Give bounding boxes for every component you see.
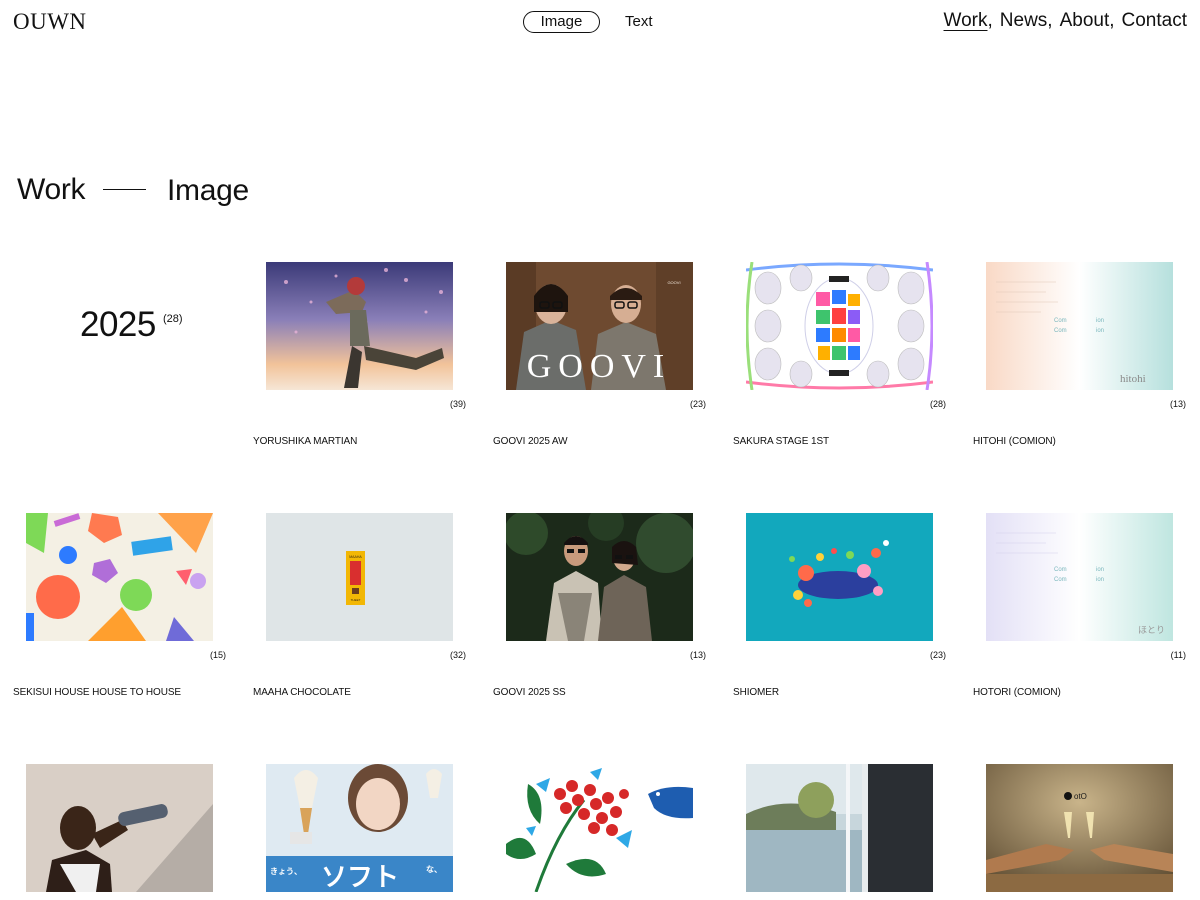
work-thumbnail[interactable] [26, 764, 213, 892]
work-thumbnail[interactable]: GOOVI GOOVI [506, 262, 693, 390]
page-title: Work [17, 173, 86, 206]
ion-text: ion [1096, 318, 1104, 324]
work-thumbnail[interactable] [746, 513, 933, 641]
gradient-stationery-icon: Com ion Com ion ほとり [986, 513, 1173, 641]
year-label: 2025 [80, 305, 156, 344]
nav-news[interactable]: News [1000, 10, 1048, 32]
toggle-image-button[interactable]: Image [523, 11, 600, 33]
gradient-stationery-icon: Com ion Com ion hitohi [986, 262, 1173, 390]
soft-serve-ad-icon: ソフト きょう、 な、 [266, 764, 453, 892]
athlete-drinking-photo-icon [26, 764, 213, 892]
window-lake-photo-icon [746, 764, 933, 892]
nav-separator: , [1047, 10, 1053, 31]
image-count: (15) [209, 650, 226, 660]
work-title[interactable]: HITOHI (COMION) [973, 436, 1056, 447]
chocolate-package-icon: MAAHA THEET [266, 513, 453, 641]
view-mode-label: Image [167, 174, 249, 207]
image-count: (13) [1169, 399, 1186, 409]
soft-left-text: きょう、 [270, 867, 302, 876]
oto-logo-text: otO [1074, 792, 1087, 801]
image-count: (11) [1170, 650, 1186, 660]
work-thumbnail[interactable] [266, 262, 453, 390]
work-thumbnail[interactable] [746, 764, 933, 892]
com-text: Com [1054, 328, 1067, 334]
image-count: (23) [929, 650, 946, 660]
soft-main-text: ソフト [321, 863, 399, 892]
eyewear-portrait-photo-icon: GOOVI GOOVI [506, 262, 693, 390]
com-text: Com [1054, 567, 1067, 573]
nav-separator: , [1109, 10, 1115, 31]
work-title[interactable]: HOTORI (COMION) [973, 687, 1061, 698]
champagne-toast-photo-icon: otO [986, 764, 1173, 892]
couple-outdoor-photo-icon [506, 513, 693, 641]
work-thumbnail[interactable] [26, 513, 213, 641]
work-thumbnail[interactable]: MAAHA THEET [266, 513, 453, 641]
work-title[interactable]: GOOVI 2025 AW [493, 436, 568, 447]
goovi-logo-text: GOOVI [527, 348, 672, 385]
nav-about[interactable]: About [1060, 10, 1110, 32]
work-thumbnail[interactable]: ソフト きょう、 な、 [266, 764, 453, 892]
nav-separator: , [987, 10, 993, 31]
anime-illustration-icon [266, 262, 453, 390]
work-thumbnail[interactable]: otO [986, 764, 1173, 892]
ion-text: ion [1096, 328, 1104, 334]
com-text: Com [1054, 577, 1067, 583]
work-thumbnail[interactable]: Com ion Com ion ほとり [986, 513, 1173, 641]
work-title[interactable]: SHIOMER [733, 687, 779, 698]
maaha-brand-text: MAAHA [349, 555, 362, 559]
work-thumbnail[interactable] [746, 262, 933, 390]
main-nav: Work, News, About, Contact [944, 10, 1187, 32]
ion-text: ion [1096, 567, 1104, 573]
hotori-logo-text: ほとり [1138, 625, 1165, 636]
image-count: (32) [449, 650, 466, 660]
image-count: (28) [929, 399, 946, 409]
work-title[interactable]: GOOVI 2025 SS [493, 687, 566, 698]
work-title[interactable]: YORUSHIKA MARTIAN [253, 436, 357, 447]
colorful-creature-icon [746, 513, 933, 641]
image-count: (23) [689, 399, 706, 409]
nav-contact[interactable]: Contact [1122, 10, 1187, 32]
work-title[interactable]: SAKURA STAGE 1ST [733, 436, 829, 447]
work-thumbnail[interactable] [506, 513, 693, 641]
nav-work[interactable]: Work [944, 10, 988, 32]
work-title[interactable]: SEKISUI HOUSE HOUSE TO HOUSE [13, 687, 181, 698]
com-text: Com [1054, 318, 1067, 324]
geometric-shapes-icon [26, 513, 213, 641]
goovi-mark-text: GOOVI [667, 280, 680, 285]
work-thumbnail[interactable]: Com ion Com ion hitohi [986, 262, 1173, 390]
hitohi-logo-text: hitohi [1120, 373, 1146, 385]
logo[interactable]: OUWN [13, 9, 87, 35]
soft-right-text: な、 [426, 865, 442, 874]
toggle-text-button[interactable]: Text [625, 13, 653, 30]
work-title[interactable]: MAAHA CHOCOLATE [253, 687, 351, 698]
berry-bird-illustration-icon [506, 764, 693, 892]
image-count: (13) [689, 650, 706, 660]
title-divider [103, 189, 146, 190]
lantern-poster-icon [746, 262, 933, 390]
image-count: (39) [449, 399, 466, 409]
year-count: (28) [163, 313, 183, 325]
work-thumbnail[interactable] [506, 764, 693, 892]
ion-text: ion [1096, 577, 1104, 583]
maaha-sub-text: THEET [351, 598, 361, 602]
